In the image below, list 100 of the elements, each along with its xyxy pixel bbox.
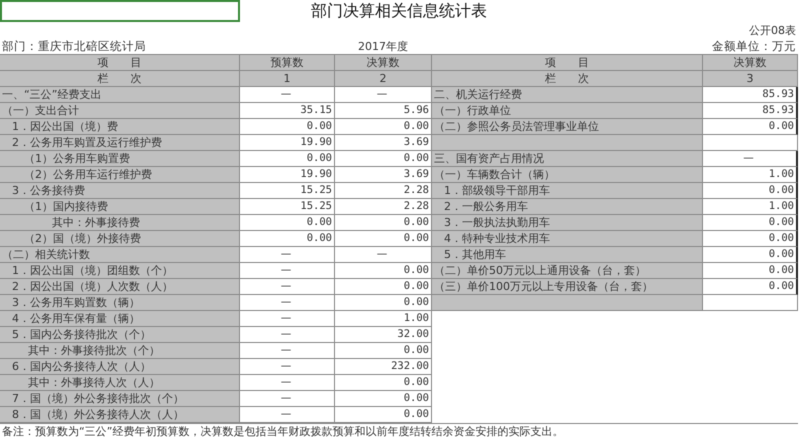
row-label: （三）单价100万元以上专用设备（台，套） xyxy=(432,279,703,295)
table-cell: 2.28 xyxy=(335,183,432,199)
row-label: （二）单价50万元以上通用设备（台，套） xyxy=(432,263,703,279)
row-label: 其中：外事接待费 xyxy=(0,215,240,231)
table-cell: — xyxy=(240,375,335,391)
table-cell: 232.00 xyxy=(335,359,432,375)
row-label: 其中：外事接待批次（个） xyxy=(0,343,240,359)
row-label: 3．公务用车购置数（辆） xyxy=(0,295,240,311)
table-cell: 1.00 xyxy=(703,199,798,215)
table-cell: 0.00 xyxy=(703,183,798,199)
column-index: 栏 次 xyxy=(432,71,703,87)
row-label: 5．国内公务接待批次（个） xyxy=(0,327,240,343)
row-label: 1．因公出国（境）费 xyxy=(0,119,240,135)
sheet-title: 部门决算相关信息统计表 xyxy=(310,0,488,22)
table-cell: 15.25 xyxy=(240,183,335,199)
row-label: （1）公务用车购置费 xyxy=(0,151,240,167)
table-cell: 15.25 xyxy=(240,199,335,215)
row-label: （一）支出合计 xyxy=(0,103,240,119)
column-header: 项 目 xyxy=(432,55,703,71)
table-cell: 19.90 xyxy=(240,135,335,151)
column-header: 决算数 xyxy=(703,55,798,71)
row-label: 4．公务用车保有量（辆） xyxy=(0,311,240,327)
table-cell: 0.00 xyxy=(335,375,432,391)
row-label: 3．一般执法执勤用车 xyxy=(432,215,703,231)
row-label: 1．因公出国（境）团组数（个） xyxy=(0,263,240,279)
column-index: 1 xyxy=(240,71,335,87)
table-cell: 19.90 xyxy=(240,167,335,183)
table-cell: 0.00 xyxy=(335,151,432,167)
row-label: 2．公务用车购置及运行维护费 xyxy=(0,135,240,151)
form-number: 公开08表 xyxy=(749,22,797,38)
footnote: 备注：预算数为“三公”经费年初预算数，决算数是包括当年财政拨款预算和以前年度结转结余资金安排的实际支出。 xyxy=(0,423,798,439)
row-label: 4．特种专业技术用车 xyxy=(432,231,703,247)
table-cell: — xyxy=(240,295,335,311)
table-cell: 32.00 xyxy=(335,327,432,343)
table-cell: — xyxy=(240,247,335,263)
table-cell: 0.00 xyxy=(335,263,432,279)
row-label: 6．国内公务接待人次（人） xyxy=(0,359,240,375)
table-cell: — xyxy=(240,343,335,359)
table-cell: 35.15 xyxy=(240,103,335,119)
row-label: 其中：外事接待人次（人） xyxy=(0,375,240,391)
table-cell: 0.00 xyxy=(703,263,798,279)
table-cell: 0.00 xyxy=(335,391,432,407)
year-label: 2017年度 xyxy=(357,38,409,54)
column-header: 预算数 xyxy=(240,55,335,71)
table-cell: — xyxy=(240,87,335,103)
row-label: （2）公务用车运行维护费 xyxy=(0,167,240,183)
row-label: 一、“三公”经费支出 xyxy=(0,87,240,103)
table-cell: 3.69 xyxy=(335,135,432,151)
table-cell: 0.00 xyxy=(335,231,432,247)
table-cell: 0.00 xyxy=(335,343,432,359)
table-cell: 1.00 xyxy=(335,311,432,327)
table-cell: 85.93 xyxy=(703,103,798,119)
table-cell: 0.00 xyxy=(240,119,335,135)
row-label: （二）相关统计数 xyxy=(0,247,240,263)
table-cell: 0.00 xyxy=(703,215,798,231)
table-cell: 0.00 xyxy=(240,151,335,167)
table-cell: — xyxy=(240,279,335,295)
table-cell: 0.00 xyxy=(335,215,432,231)
row-label: （一）行政单位 xyxy=(432,103,703,119)
table-cell: 0.00 xyxy=(335,407,432,423)
cell-selection-frame[interactable] xyxy=(0,0,240,22)
table-cell: 0.00 xyxy=(240,215,335,231)
table-cell: 0.00 xyxy=(240,231,335,247)
row-label: （二）参照公务员法管理事业单位 xyxy=(432,119,703,135)
table-cell: — xyxy=(240,359,335,375)
column-index: 3 xyxy=(703,71,798,87)
table-cell: 5.96 xyxy=(335,103,432,119)
table-cell: 0.00 xyxy=(703,247,798,263)
table-cell: — xyxy=(240,407,335,423)
table-cell: 0.00 xyxy=(335,295,432,311)
table-cell: 3.69 xyxy=(335,167,432,183)
row-label: （1）国内接待费 xyxy=(0,199,240,215)
table-cell: 0.00 xyxy=(703,279,798,295)
table-cell: — xyxy=(240,391,335,407)
row-label: （一）车辆数合计（辆） xyxy=(432,167,703,183)
column-index: 2 xyxy=(335,71,432,87)
row-label: 二、机关运行经费 xyxy=(432,87,703,103)
row-label: 1．部级领导干部用车 xyxy=(432,183,703,199)
row-label: 2．一般公务用车 xyxy=(432,199,703,215)
table-cell: 0.00 xyxy=(335,119,432,135)
column-header: 项 目 xyxy=(0,55,240,71)
row-label: 7．国（境）外公务接待批次（个） xyxy=(0,391,240,407)
table-cell: — xyxy=(240,327,335,343)
row-label: 三、国有资产占用情况 xyxy=(432,151,703,167)
row-label: （2）国（境）外接待费 xyxy=(0,231,240,247)
table-cell: — xyxy=(703,151,798,167)
department-label: 部门：重庆市北碚区统计局 xyxy=(1,38,147,54)
row-label: 2．因公出国（境）人次数（人） xyxy=(0,279,240,295)
table-cell: 2.28 xyxy=(335,199,432,215)
row-label: 3．公务接待费 xyxy=(0,183,240,199)
table-cell: — xyxy=(335,87,432,103)
row-label: 8．国（境）外公务接待人次（人） xyxy=(0,407,240,423)
table-cell: — xyxy=(240,263,335,279)
table-cell: 1.00 xyxy=(703,167,798,183)
table-cell: 0.00 xyxy=(703,119,798,135)
table-cell: — xyxy=(335,247,432,263)
table-cell: 0.00 xyxy=(335,279,432,295)
table-cell: 85.93 xyxy=(703,87,798,103)
table-cell: — xyxy=(240,311,335,327)
column-index: 栏 次 xyxy=(0,71,240,87)
